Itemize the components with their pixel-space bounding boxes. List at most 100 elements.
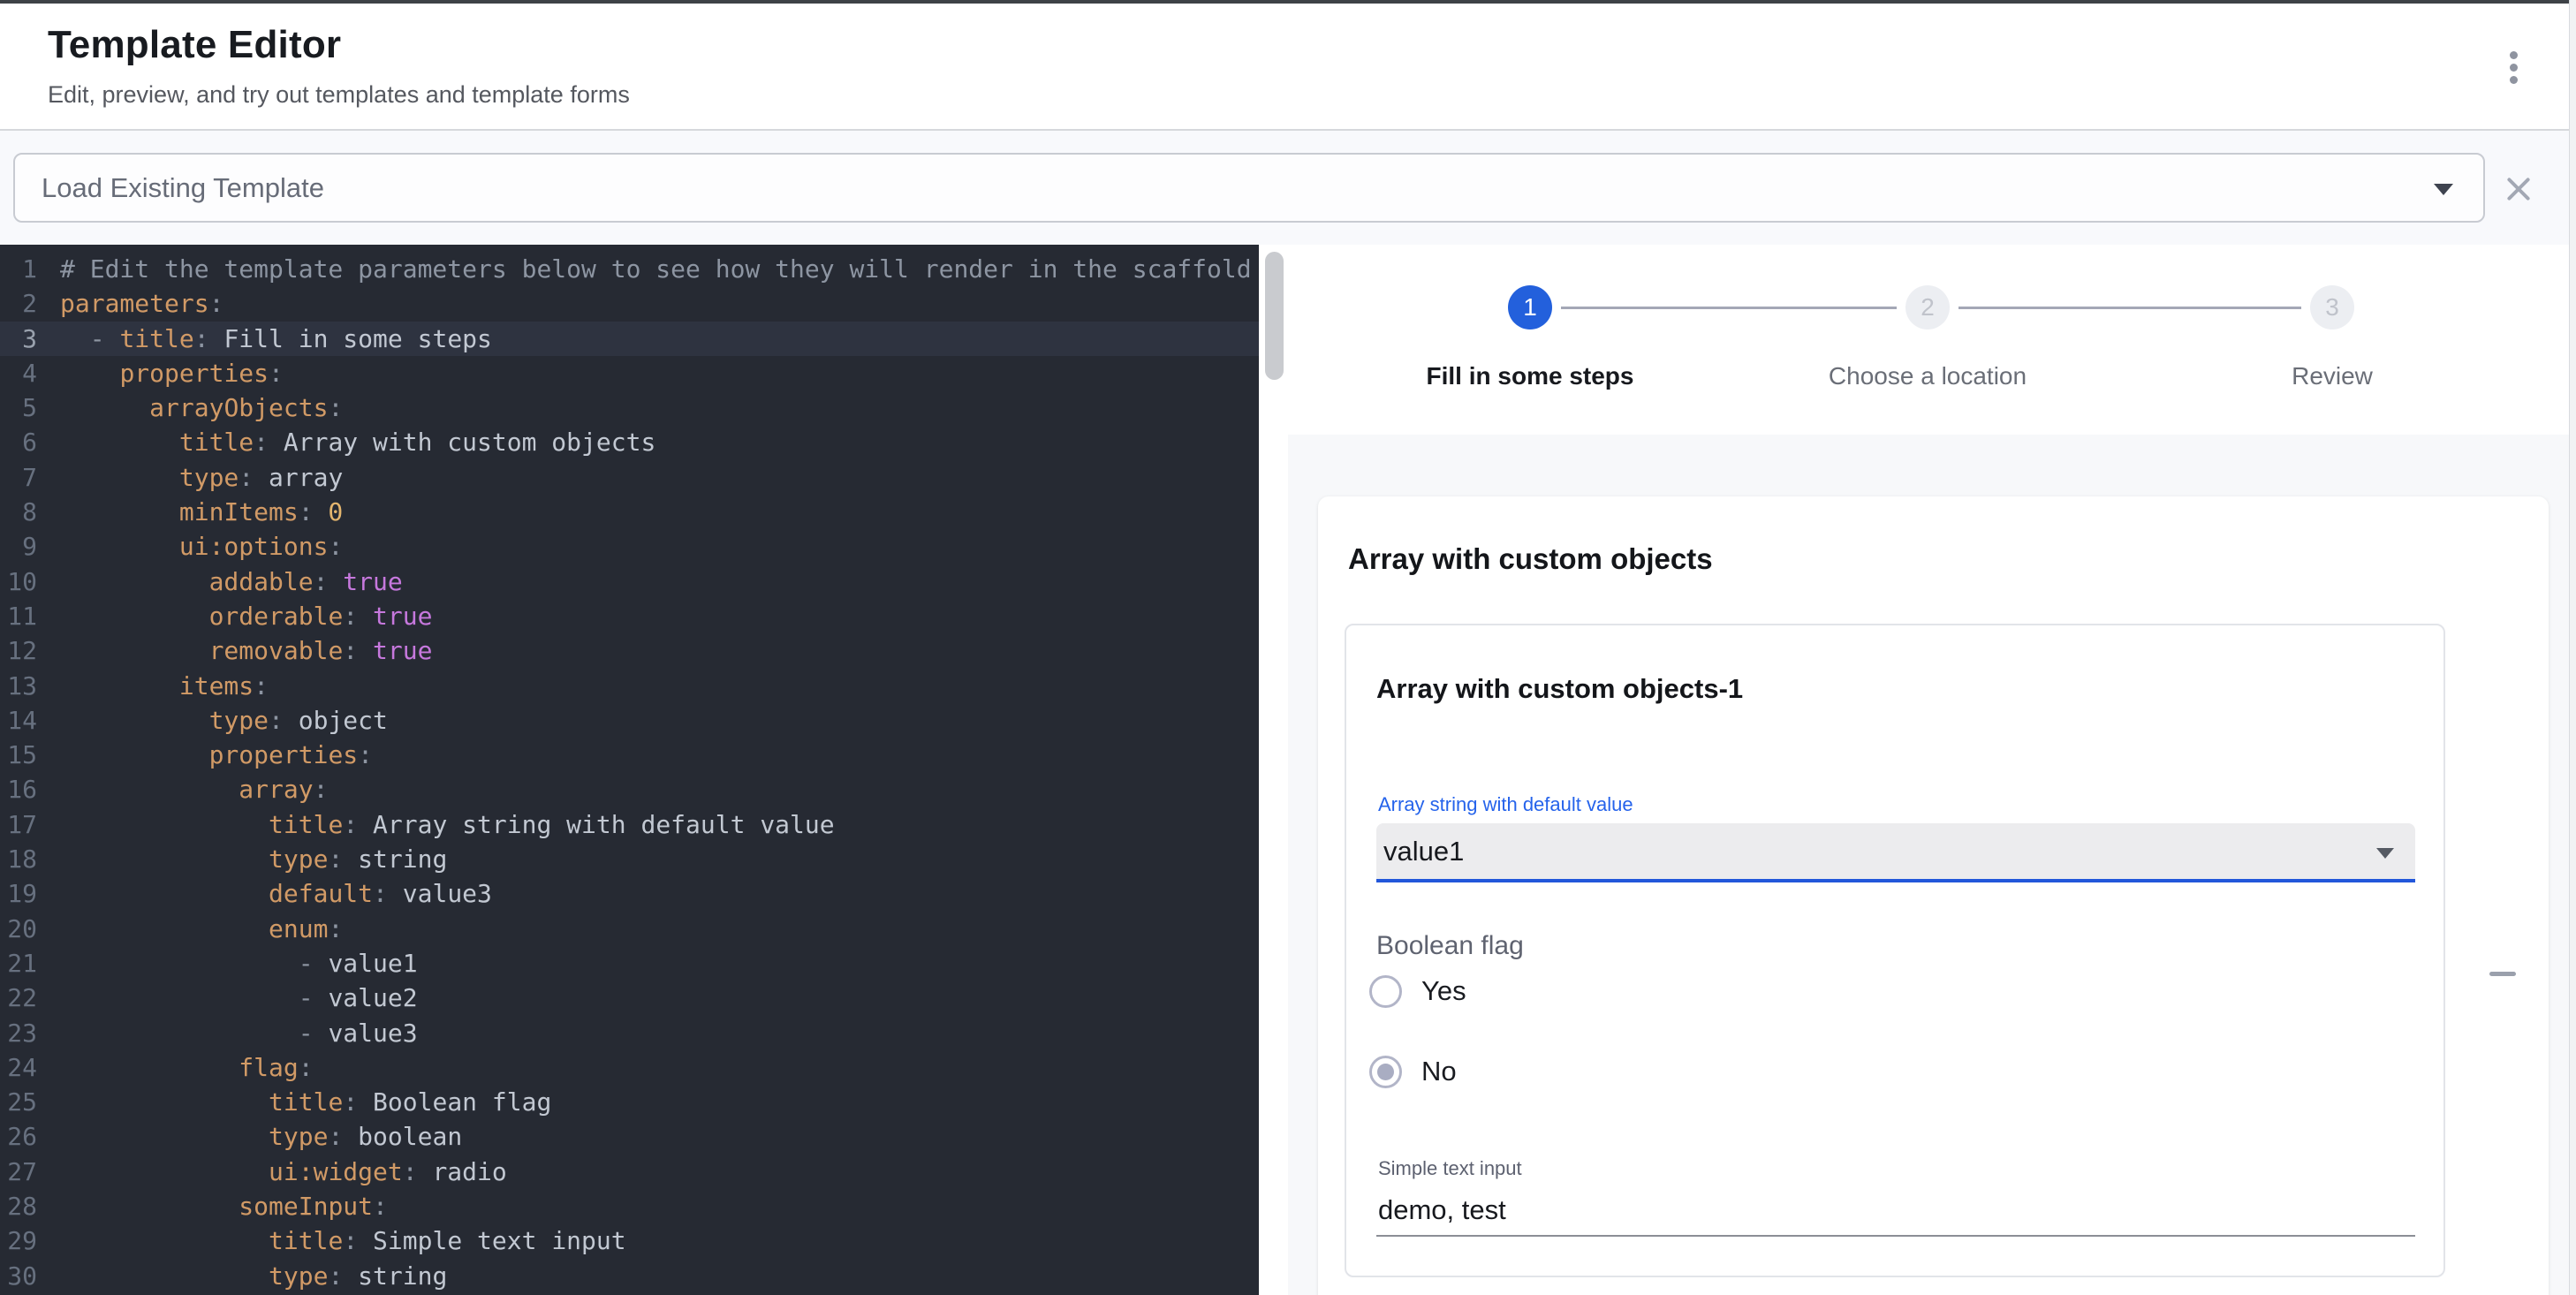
line-number: 30 (0, 1259, 37, 1293)
code-line-7: 7 type: array (0, 460, 1259, 495)
radio-unchecked-icon[interactable] (1369, 975, 1402, 1008)
boolean-flag-label: Boolean flag (1376, 931, 1524, 961)
code-line-29: 29 title: Simple text input (0, 1223, 1259, 1258)
line-number: 27 (0, 1155, 37, 1189)
code-line-23: 23 - value3 (0, 1016, 1259, 1050)
array-string-select-value: value1 (1383, 836, 1464, 867)
editor-scrollbar-thumb[interactable] (1265, 252, 1284, 380)
array-item-title: Array with custom objects-1 (1376, 673, 1743, 705)
array-string-select[interactable]: value1 (1376, 823, 2415, 882)
boolean-flag-radio-group: Yes No (1369, 973, 1466, 1134)
radio-option-no[interactable]: No (1369, 1054, 1466, 1089)
code-line-10: 10 addable: true (0, 564, 1259, 599)
code-line-8: 8 minItems: 0 (0, 495, 1259, 529)
line-number: 5 (0, 390, 37, 425)
code-line-22: 22 - value2 (0, 981, 1259, 1015)
code-line-21: 21 - value1 (0, 946, 1259, 981)
page-subtitle: Edit, preview, and try out templates and… (48, 81, 630, 109)
code-line-30: 30 type: string (0, 1259, 1259, 1293)
code-line-26: 26 type: boolean (0, 1119, 1259, 1154)
code-line-6: 6 title: Array with custom objects (0, 425, 1259, 459)
line-number: 2 (0, 286, 37, 321)
line-number: 25 (0, 1085, 37, 1119)
line-number: 18 (0, 842, 37, 876)
line-number: 15 (0, 738, 37, 772)
step-label-2: Choose a location (1751, 362, 2104, 390)
code-line-14: 14 type: object (0, 703, 1259, 738)
wizard-stepper: 1 Fill in some steps 2 Choose a location 3 Re… (1288, 245, 2569, 435)
code-line-5: 5 arrayObjects: (0, 390, 1259, 425)
line-number: 8 (0, 495, 37, 529)
code-line-13: 13 items: (0, 669, 1259, 703)
line-number: 7 (0, 460, 37, 495)
radio-checked-icon[interactable] (1369, 1056, 1402, 1088)
line-number: 19 (0, 876, 37, 911)
radio-option-label: No (1421, 1056, 1457, 1087)
load-existing-template-select[interactable]: Load Existing Template (13, 153, 2485, 223)
line-number: 12 (0, 633, 37, 668)
code-line-27: 27 ui:widget: radio (0, 1155, 1259, 1189)
more-options-button[interactable] (2493, 41, 2534, 94)
line-number: 24 (0, 1050, 37, 1085)
code-line-16: 16 array: (0, 772, 1259, 807)
yaml-code-editor[interactable]: 1# Edit the template parameters below to… (0, 245, 1259, 1295)
line-number: 13 (0, 669, 37, 703)
window-top-edge (0, 0, 2576, 4)
step-circle-1: 1 (1508, 285, 1552, 329)
form-section-title: Array with custom objects (1348, 542, 1713, 576)
page-scrollbar[interactable] (2569, 0, 2576, 1295)
code-line-28: 28 someInput: (0, 1189, 1259, 1223)
code-line-12: 12 removable: true (0, 633, 1259, 668)
simple-text-input-field[interactable]: demo, test (1378, 1194, 1506, 1226)
stepper-connector (1561, 307, 1897, 309)
line-number: 22 (0, 981, 37, 1015)
radio-option-label: Yes (1421, 975, 1466, 1007)
line-number: 11 (0, 599, 37, 633)
step-label-1: Fill in some steps (1353, 362, 1707, 390)
text-input-underline (1376, 1235, 2415, 1237)
line-number: 16 (0, 772, 37, 807)
template-editor-screen: Template Editor Edit, preview, and try o… (0, 0, 2576, 1295)
code-line-9: 9 ui:options: (0, 529, 1259, 564)
code-line-2: 2parameters: (0, 286, 1259, 321)
minus-icon (2489, 972, 2516, 976)
form-step-card: Array with custom objects Array with cus… (1318, 496, 2549, 1295)
editor-scrollbar-track[interactable] (1259, 245, 1288, 1295)
line-number: 17 (0, 807, 37, 842)
array-string-select-label: Array string with default value (1378, 793, 1633, 816)
clear-selection-button[interactable] (2498, 169, 2539, 209)
code-line-20: 20 enum: (0, 912, 1259, 946)
simple-text-input-label: Simple text input (1378, 1157, 1522, 1180)
line-number: 29 (0, 1223, 37, 1258)
page-title: Template Editor (48, 23, 341, 67)
array-item-card: Array with custom objects-1 Array string… (1345, 624, 2445, 1277)
radio-option-yes[interactable]: Yes (1369, 973, 1466, 1009)
step-circle-2: 2 (1905, 285, 1950, 329)
line-number: 28 (0, 1189, 37, 1223)
code-line-24: 24 flag: (0, 1050, 1259, 1085)
kebab-menu-icon (2510, 64, 2518, 72)
line-number: 23 (0, 1016, 37, 1050)
step-label-3: Review (2156, 362, 2509, 390)
code-line-17: 17 title: Array string with default valu… (0, 807, 1259, 842)
stepper-connector (1959, 307, 2301, 309)
line-number: 3 (0, 322, 37, 356)
code-line-19: 19 default: value3 (0, 876, 1259, 911)
code-line-18: 18 type: string (0, 842, 1259, 876)
line-number: 4 (0, 356, 37, 390)
chevron-down-icon (2434, 184, 2453, 195)
step-circle-3: 3 (2310, 285, 2354, 329)
dropdown-arrow-icon (2376, 848, 2394, 859)
line-number: 21 (0, 946, 37, 981)
kebab-menu-icon (2510, 51, 2518, 59)
line-number: 20 (0, 912, 37, 946)
code-line-25: 25 title: Boolean flag (0, 1085, 1259, 1119)
code-line-1: 1# Edit the template parameters below to… (0, 252, 1259, 286)
remove-item-button[interactable] (2480, 950, 2526, 996)
form-preview-panel: Array with custom objects Array with cus… (1288, 435, 2569, 1295)
line-number: 9 (0, 529, 37, 564)
code-line-15: 15 properties: (0, 738, 1259, 772)
code-line-3: 3 - title: Fill in some steps (0, 322, 1259, 356)
line-number: 1 (0, 252, 37, 286)
code-line-11: 11 orderable: true (0, 599, 1259, 633)
